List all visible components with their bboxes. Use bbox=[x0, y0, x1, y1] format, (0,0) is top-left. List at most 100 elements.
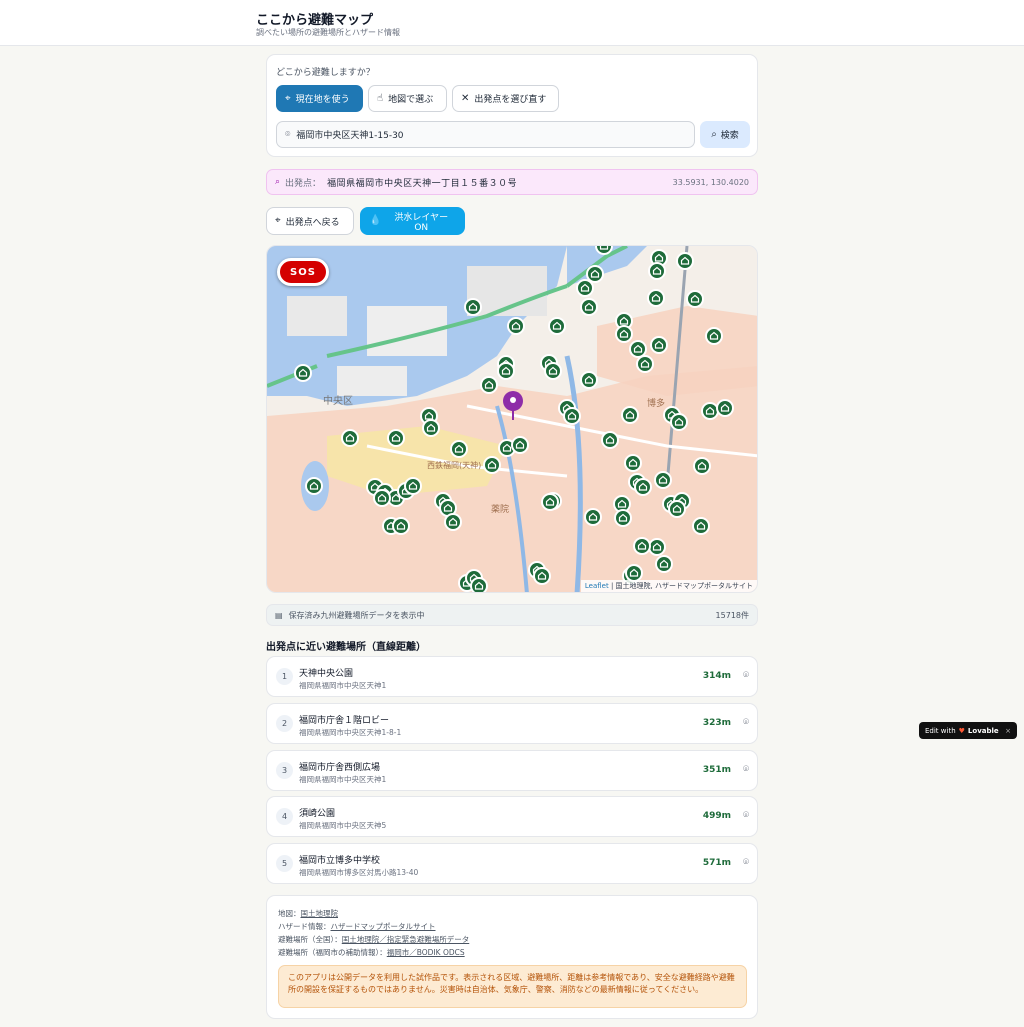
shelter-item[interactable]: 4 須崎公園 福岡県福岡市中央区天神5 499m ⌾ bbox=[266, 796, 758, 837]
address-input[interactable]: ⌾ 福岡市中央区天神1-15-30 bbox=[276, 121, 695, 148]
shelter-marker[interactable] bbox=[507, 317, 525, 335]
map-pin-icon[interactable]: ⌾ bbox=[743, 764, 749, 775]
edit-with-lovable-badge[interactable]: Edit with ♥ Lovable × bbox=[919, 722, 1017, 739]
map-pin-icon[interactable]: ⌾ bbox=[743, 670, 749, 681]
shelter-marker[interactable] bbox=[648, 262, 666, 280]
shelter-marker[interactable] bbox=[373, 489, 391, 507]
shelter-marker[interactable] bbox=[497, 362, 515, 380]
shelter-marker[interactable] bbox=[533, 567, 551, 585]
pick-on-map-button[interactable]: ☝ 地図で選ぶ bbox=[368, 85, 447, 112]
shelter-name: 天神中央公園 bbox=[299, 669, 354, 679]
credit-link[interactable]: 国土地理院 bbox=[301, 909, 339, 918]
shelter-marker[interactable] bbox=[716, 399, 734, 417]
shelter-marker[interactable] bbox=[634, 478, 652, 496]
map-canvas[interactable]: 中央区 西鉄福岡(天神) 薬院 博多 bbox=[267, 246, 758, 593]
credit-link[interactable]: 国土地理院／指定緊急避難場所データ bbox=[342, 935, 470, 944]
shelter-marker[interactable] bbox=[648, 538, 666, 556]
shelter-marker[interactable] bbox=[586, 265, 604, 283]
shelter-marker[interactable] bbox=[580, 298, 598, 316]
shelter-marker[interactable] bbox=[668, 500, 686, 518]
back-to-origin-label: 出発点へ戻る bbox=[285, 217, 340, 228]
shelter-marker[interactable] bbox=[615, 325, 633, 343]
map-label-chuo: 中央区 bbox=[323, 394, 353, 407]
map-label-hakata: 博多 bbox=[647, 397, 665, 409]
shelter-marker[interactable] bbox=[544, 362, 562, 380]
flood-layer-toggle[interactable]: 💧 洪水レイヤー ON bbox=[360, 207, 465, 235]
credit-link[interactable]: ハザードマップポータルサイト bbox=[331, 922, 436, 931]
shelter-marker[interactable] bbox=[294, 364, 312, 382]
shelter-marker[interactable] bbox=[654, 471, 672, 489]
shelter-marker[interactable] bbox=[341, 429, 359, 447]
shelter-map[interactable]: 中央区 西鉄福岡(天神) 薬院 博多 SOS Leaflet | 国土地理院, … bbox=[266, 245, 758, 593]
shelter-marker[interactable] bbox=[464, 298, 482, 316]
shelter-marker[interactable] bbox=[614, 509, 632, 527]
shelter-marker[interactable] bbox=[548, 317, 566, 335]
map-pin-icon[interactable]: ⌾ bbox=[743, 810, 749, 821]
shelter-marker[interactable] bbox=[511, 436, 529, 454]
shelter-marker[interactable] bbox=[387, 429, 405, 447]
shelter-marker[interactable] bbox=[422, 419, 440, 437]
map-pin-icon[interactable]: ⌾ bbox=[743, 717, 749, 728]
shelter-marker[interactable] bbox=[650, 336, 668, 354]
shelter-marker[interactable] bbox=[470, 577, 488, 593]
shelter-marker[interactable] bbox=[655, 555, 673, 573]
credit-shelter-all: 避難場所（全国）：国土地理院／指定緊急避難場所データ bbox=[278, 934, 469, 945]
close-icon[interactable]: × bbox=[1005, 727, 1011, 735]
search-icon: ⌕ bbox=[711, 129, 717, 140]
sos-button[interactable]: SOS bbox=[277, 258, 329, 286]
leaflet-link[interactable]: Leaflet bbox=[585, 582, 609, 590]
shelter-marker[interactable] bbox=[670, 413, 688, 431]
shelter-marker[interactable] bbox=[692, 517, 710, 535]
shelter-marker[interactable] bbox=[541, 493, 559, 511]
shelter-address: 福岡県福岡市中央区天神1-8-1 bbox=[299, 728, 402, 737]
shelter-count: 15718件 bbox=[715, 610, 749, 620]
shelter-marker[interactable] bbox=[392, 517, 410, 535]
shelter-marker[interactable] bbox=[563, 407, 581, 425]
shelter-item[interactable]: 2 福岡市庁舎１階ロビー 福岡県福岡市中央区天神1-8-1 323m ⌾ bbox=[266, 703, 758, 744]
shelter-marker[interactable] bbox=[629, 340, 647, 358]
search-button[interactable]: ⌕ 検索 bbox=[700, 121, 750, 148]
shelter-marker[interactable] bbox=[601, 431, 619, 449]
shelter-marker[interactable] bbox=[595, 246, 613, 255]
credit-map: 地図：国土地理院 bbox=[278, 908, 338, 919]
shelter-marker[interactable] bbox=[705, 327, 723, 345]
shelter-marker[interactable] bbox=[584, 508, 602, 526]
shelter-marker[interactable] bbox=[676, 252, 694, 270]
shelter-item[interactable]: 1 天神中央公園 福岡県福岡市中央区天神1 314m ⌾ bbox=[266, 656, 758, 697]
shelter-marker[interactable] bbox=[647, 289, 665, 307]
use-current-location-button[interactable]: ⌖ 現在地を使う bbox=[276, 85, 363, 112]
shelter-marker[interactable] bbox=[625, 564, 643, 582]
shelter-item[interactable]: 5 福岡市立博多中学校 福岡県福岡市博多区対馬小路13-40 571m ⌾ bbox=[266, 843, 758, 884]
shelter-marker[interactable] bbox=[480, 376, 498, 394]
shelter-marker[interactable] bbox=[636, 355, 654, 373]
shelter-marker[interactable] bbox=[576, 279, 594, 297]
shelter-marker[interactable] bbox=[633, 537, 651, 555]
shelter-marker[interactable] bbox=[444, 513, 462, 531]
reset-origin-button[interactable]: ✕ 出発点を選び直す bbox=[452, 85, 559, 112]
shelter-address: 福岡県福岡市中央区天神5 bbox=[299, 821, 387, 830]
shelter-marker[interactable] bbox=[686, 290, 704, 308]
shelter-marker[interactable] bbox=[624, 454, 642, 472]
shelter-marker[interactable] bbox=[621, 406, 639, 424]
shelter-rank: 2 bbox=[276, 715, 293, 732]
file-icon: ▤ bbox=[275, 610, 283, 620]
credit-link[interactable]: 福岡市／BODIK ODCS bbox=[387, 948, 465, 957]
flood-layer-label: 洪水レイヤー ON bbox=[394, 212, 449, 233]
attribution-text: | 国土地理院, ハザードマップポータルサイト bbox=[610, 582, 753, 590]
shelter-distance: 314m bbox=[702, 671, 731, 681]
reset-origin-label: 出発点を選び直す bbox=[474, 95, 547, 105]
shelter-marker[interactable] bbox=[305, 477, 323, 495]
shelter-marker[interactable] bbox=[693, 457, 711, 475]
search-icon: ⌕ bbox=[275, 177, 281, 187]
shelter-item[interactable]: 3 福岡市庁舎西側広場 福岡県福岡市中央区天神1 351m ⌾ bbox=[266, 750, 758, 791]
shelter-marker[interactable] bbox=[580, 371, 598, 389]
shelter-marker[interactable] bbox=[450, 440, 468, 458]
map-label-yakuin: 薬院 bbox=[491, 503, 509, 515]
origin-display: ⌕ 出発点： 福岡県福岡市中央区天神一丁目１５番３０号 33.5931, 130… bbox=[266, 169, 758, 195]
map-pin-icon[interactable]: ⌾ bbox=[743, 857, 749, 868]
shelter-marker[interactable] bbox=[483, 456, 501, 474]
back-to-origin-button[interactable]: ⌖ 出発点へ戻る bbox=[266, 207, 354, 235]
map-label-tenjin: 西鉄福岡(天神) bbox=[427, 460, 481, 470]
shelter-marker[interactable] bbox=[404, 477, 422, 495]
shelter-marker[interactable] bbox=[701, 402, 719, 420]
